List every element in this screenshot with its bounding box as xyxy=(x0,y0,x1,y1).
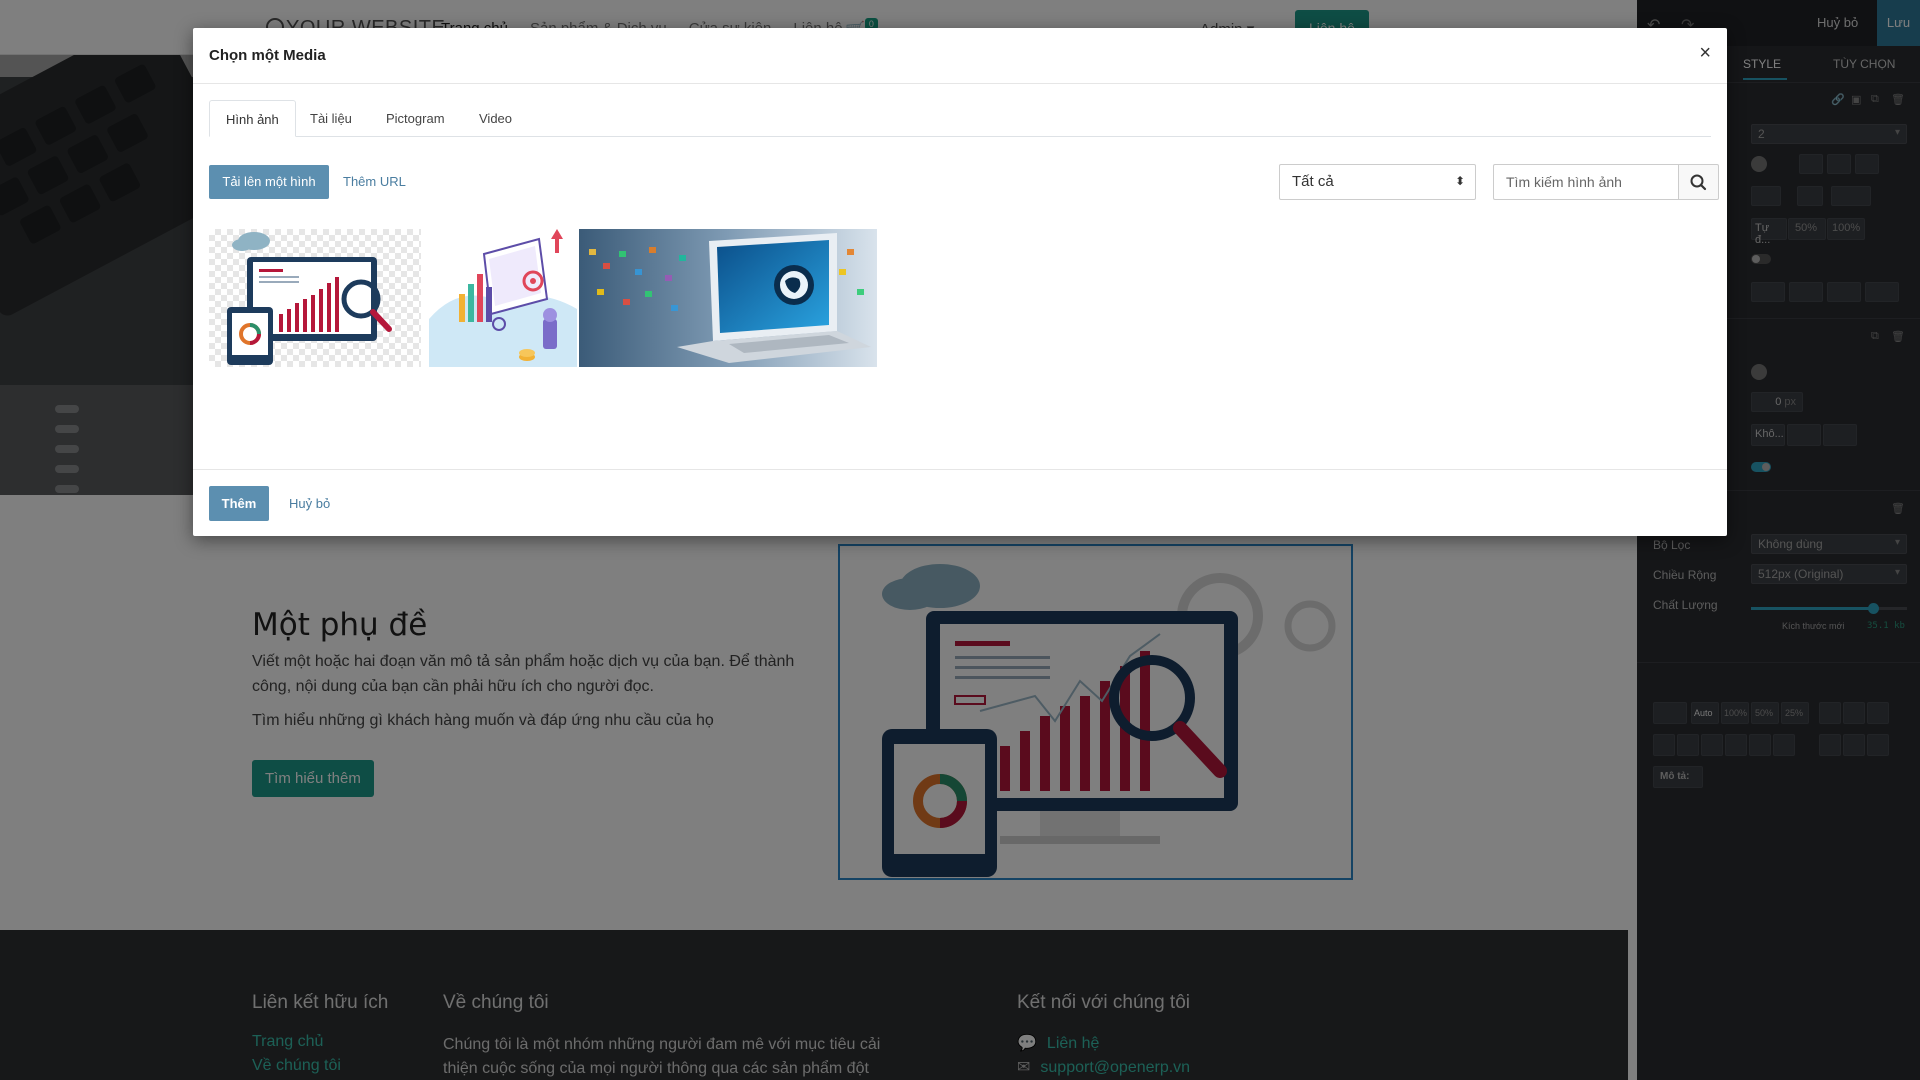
media-thumbnail[interactable] xyxy=(579,229,877,367)
app-icon xyxy=(645,291,652,297)
screen-line xyxy=(259,276,299,278)
app-icon xyxy=(603,263,610,269)
app-icon xyxy=(619,251,626,257)
app-icon xyxy=(679,255,686,261)
bar xyxy=(335,277,339,332)
dialog-footer: Thêm Huỷ bỏ xyxy=(193,469,1727,536)
arrow-up-icon xyxy=(551,229,563,239)
bar xyxy=(327,283,331,332)
search-icon-handle xyxy=(1699,183,1707,191)
arrow-stem xyxy=(555,239,559,253)
bar xyxy=(303,299,307,332)
target-center xyxy=(530,278,536,284)
tab-images[interactable]: Hình ảnh xyxy=(209,100,296,137)
app-icon xyxy=(623,299,630,305)
bar xyxy=(477,274,483,322)
isometric-analytics-image xyxy=(429,229,577,367)
tab-pictograms[interactable]: Pictogram xyxy=(370,100,461,137)
bar xyxy=(319,289,323,332)
media-filter-select[interactable]: Tất cả xyxy=(1279,164,1476,200)
screen-line xyxy=(259,281,299,283)
chess-piece-head xyxy=(543,308,557,322)
image-search-input[interactable]: Tìm kiếm hình ảnh xyxy=(1493,164,1678,200)
coin xyxy=(519,349,535,357)
bar xyxy=(287,309,291,332)
media-dialog: Chọn một Media × Hình ảnh Tài liệu Picto… xyxy=(193,28,1727,536)
close-icon[interactable]: × xyxy=(1699,43,1711,63)
media-thumbnail[interactable] xyxy=(209,229,421,367)
tab-video[interactable]: Video xyxy=(463,100,528,137)
media-tabs: Hình ảnh Tài liệu Pictogram Video xyxy=(209,100,1711,137)
search-button[interactable] xyxy=(1678,164,1719,200)
app-icon xyxy=(665,275,672,281)
bar xyxy=(459,294,465,322)
app-icon xyxy=(635,269,642,275)
analytics-dashboard-image xyxy=(227,232,392,365)
add-button[interactable]: Thêm xyxy=(209,486,269,521)
add-url-link[interactable]: Thêm URL xyxy=(343,165,406,199)
app-icon xyxy=(597,289,604,295)
bar xyxy=(486,287,492,322)
dialog-header: Chọn một Media × xyxy=(193,28,1727,84)
cloud-shape xyxy=(232,239,252,251)
upload-image-button[interactable]: Tải lên một hình xyxy=(209,165,329,199)
bar xyxy=(311,295,315,332)
media-thumbnail[interactable] xyxy=(429,229,577,367)
bar xyxy=(295,303,299,332)
app-icon xyxy=(649,247,656,253)
media-filter-value: Tất cả xyxy=(1292,173,1334,190)
app-icon xyxy=(671,305,678,311)
tab-documents[interactable]: Tài liệu xyxy=(294,100,368,137)
tablet-screen xyxy=(232,313,268,355)
chess-piece xyxy=(543,319,557,349)
dialog-title: Chọn một Media xyxy=(209,47,326,64)
app-icon xyxy=(839,269,846,275)
laptop-apps-image xyxy=(579,229,877,367)
search-icon xyxy=(1690,174,1707,191)
app-icon xyxy=(857,289,864,295)
app-icon xyxy=(847,249,854,255)
cancel-button[interactable]: Huỷ bỏ xyxy=(289,486,330,521)
screen-line xyxy=(259,269,283,272)
bar xyxy=(468,284,474,322)
app-icon xyxy=(589,249,596,255)
bar xyxy=(279,314,283,332)
